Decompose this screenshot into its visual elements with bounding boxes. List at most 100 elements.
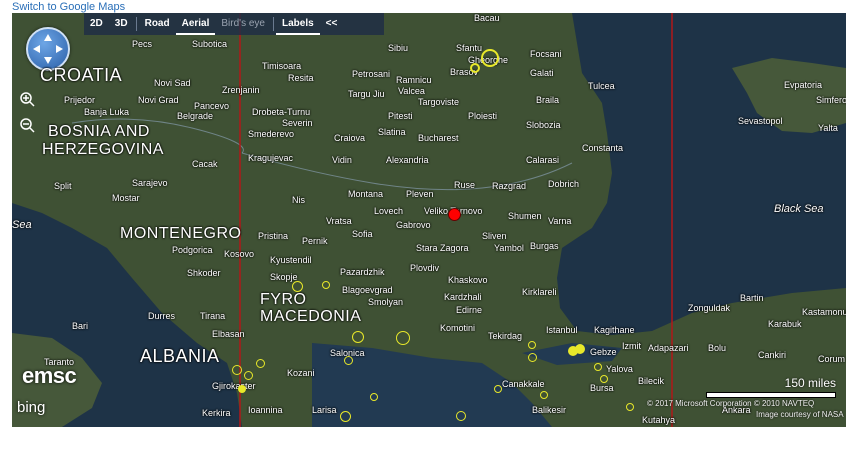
earthquake-marker[interactable]: [494, 385, 502, 393]
city-label: Zrenjanin: [222, 85, 260, 95]
earthquake-marker[interactable]: [232, 365, 242, 375]
country-label: MONTENEGRO: [120, 225, 242, 242]
view-2d-button[interactable]: 2D: [84, 13, 109, 35]
city-label: Kragujevac: [248, 153, 294, 163]
view-3d-button[interactable]: 3D: [109, 13, 134, 35]
city-label: Targoviste: [418, 97, 460, 107]
city-label: Shumen: [508, 211, 542, 221]
zoom-out-icon[interactable]: [19, 117, 35, 133]
city-label: Sibiu: [388, 43, 409, 53]
country-label: ALBANIA: [140, 346, 220, 366]
city-label: Khaskovo: [448, 275, 488, 285]
city-label: Pristina: [258, 231, 289, 241]
city-label: Subotica: [192, 39, 228, 49]
city-label: Bari: [72, 321, 89, 331]
country-label: FYRO: [260, 291, 307, 308]
earthquake-marker[interactable]: [340, 411, 351, 422]
earthquake-marker[interactable]: [256, 359, 265, 368]
city-label: Constanta: [582, 143, 624, 153]
city-label: Novi Sad: [154, 78, 191, 88]
city-label: Karabuk: [768, 319, 802, 329]
earthquake-marker[interactable]: [600, 375, 608, 383]
city-label: Pazardzhik: [340, 267, 385, 277]
city-label: Balikesir: [532, 405, 567, 415]
earthquake-marker[interactable]: [370, 393, 378, 401]
scale-label: 150 miles: [784, 376, 836, 390]
earthquake-marker[interactable]: [626, 403, 634, 411]
city-label: Nis: [292, 195, 305, 205]
earthquake-marker[interactable]: [540, 391, 548, 399]
collapse-toolbar-button[interactable]: <<: [320, 13, 344, 35]
city-label: Valcea: [398, 86, 425, 96]
city-label: Ruse: [454, 180, 476, 190]
earthquake-marker[interactable]: [292, 281, 303, 292]
earthquake-marker[interactable]: [528, 353, 537, 362]
city-label: Gebze: [590, 347, 617, 357]
city-label: Stara Zagora: [416, 243, 469, 253]
city-label: Gjirokaster: [212, 381, 256, 391]
city-label: Kozani: [287, 368, 315, 378]
labels-toggle[interactable]: Labels: [275, 13, 320, 35]
city-label: Zonguldak: [688, 303, 731, 313]
earthquake-marker[interactable]: [528, 341, 536, 349]
birds-eye-button[interactable]: Bird's eye: [215, 13, 271, 35]
earthquake-marker[interactable]: [344, 356, 353, 365]
city-label: Adapazari: [648, 343, 689, 353]
earthquake-marker[interactable]: [244, 371, 253, 380]
map-viewport[interactable]: 2D 3D Road Aerial Bird's eye Labels << C…: [12, 13, 846, 427]
sea-label: Black Sea: [774, 203, 824, 215]
earthquake-marker[interactable]: [575, 344, 585, 354]
earthquake-marker[interactable]: [322, 281, 330, 289]
earthquake-marker[interactable]: [481, 49, 499, 67]
city-label: Cankiri: [758, 350, 787, 360]
country-label: MACEDONIA: [260, 308, 362, 325]
city-label: Novi Grad: [138, 95, 179, 105]
city-label: Montana: [348, 189, 384, 199]
city-label: Petrosani: [352, 69, 391, 79]
city-label: Corum: [818, 354, 846, 364]
switch-to-google-maps-link[interactable]: Switch to Google Maps: [12, 1, 125, 13]
city-label: Blagoevgrad: [342, 285, 393, 295]
city-label: Tekirdag: [488, 331, 523, 341]
city-label: Dobrich: [548, 179, 580, 189]
city-label: Banja Luka: [84, 107, 130, 117]
city-label: Yalova: [606, 364, 633, 374]
city-label: Gabrovo: [396, 220, 431, 230]
earthquake-marker[interactable]: [470, 63, 480, 73]
road-button[interactable]: Road: [139, 13, 176, 35]
city-label: Larisa: [312, 405, 337, 415]
city-label: Bursa: [590, 383, 614, 393]
city-label: Kyustendil: [270, 255, 312, 265]
city-label: Vratsa: [326, 216, 352, 226]
city-label: Sofia: [352, 229, 373, 239]
city-label: Lovech: [374, 206, 404, 216]
city-label: Mostar: [112, 193, 140, 203]
zoom-in-icon[interactable]: [19, 91, 35, 107]
city-label: Bolu: [708, 343, 727, 353]
city-label: Vidin: [332, 155, 352, 165]
map-toolbar: 2D 3D Road Aerial Bird's eye Labels <<: [84, 13, 384, 35]
city-label: Severin: [282, 118, 313, 128]
copyright-text: © 2017 Microsoft Corporation © 2010 NAVT…: [647, 399, 815, 408]
city-label: Belgrade: [177, 111, 214, 121]
city-label: Prijedor: [64, 95, 96, 105]
city-label: Pitesti: [388, 111, 413, 121]
city-label: Ploiesti: [468, 111, 498, 121]
city-label: Kardzhali: [444, 292, 482, 302]
city-label: Elbasan: [212, 329, 245, 339]
city-label: Edirne: [456, 305, 483, 315]
city-label: Sliven: [482, 231, 507, 241]
earthquake-marker[interactable]: [238, 385, 246, 393]
city-label: Calarasi: [526, 155, 560, 165]
earthquake-marker[interactable]: [594, 363, 602, 371]
emsc-logo: emsc: [22, 363, 77, 388]
city-label: Ramnicu: [396, 75, 432, 85]
earthquake-marker-latest[interactable]: [448, 208, 461, 221]
bing-logo: bing: [17, 399, 46, 416]
earthquake-marker[interactable]: [352, 331, 364, 343]
city-label: Pancevo: [194, 101, 230, 111]
aerial-button[interactable]: Aerial: [175, 13, 216, 35]
earthquake-marker[interactable]: [456, 411, 466, 421]
earthquake-marker[interactable]: [396, 331, 410, 345]
city-label: Tulcea: [588, 81, 615, 91]
